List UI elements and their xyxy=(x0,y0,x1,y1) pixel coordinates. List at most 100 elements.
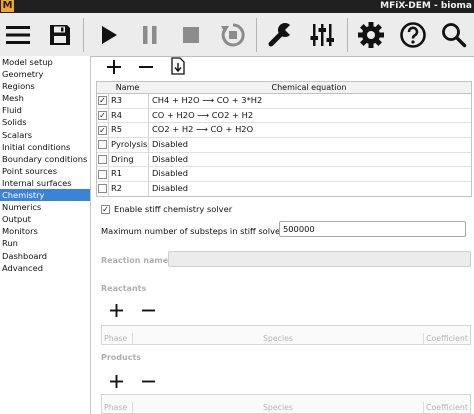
sidebar-item-output[interactable]: Output xyxy=(0,213,90,225)
sidebar-item-mesh[interactable]: Mesh xyxy=(0,92,90,104)
remove-reactant-button[interactable] xyxy=(138,301,158,319)
toolbar-separator xyxy=(83,18,84,52)
sidebar-item-advanced[interactable]: Advanced xyxy=(0,262,90,274)
search-icon[interactable] xyxy=(436,17,472,53)
wrench-icon[interactable] xyxy=(262,17,298,53)
chemistry-panel: Name Chemical equation R3CH4 + H2O ⟶ CO … xyxy=(92,56,474,414)
reactants-table: Phase Species Coefficient xyxy=(101,325,471,345)
reaction-name-cell: R3 xyxy=(108,94,149,108)
run-icon[interactable] xyxy=(91,17,127,53)
pause-icon[interactable] xyxy=(132,17,168,53)
reaction-checkbox-cell xyxy=(97,167,108,181)
table-row[interactable]: R1 Disabled xyxy=(97,167,471,183)
header-checkbox-col xyxy=(97,82,108,93)
reaction-name-cell: R5 xyxy=(108,123,149,138)
reaction-name-cell: R2 xyxy=(108,182,149,196)
table-row[interactable]: Dring Disabled xyxy=(97,152,471,168)
substeps-input[interactable]: 500000 xyxy=(279,221,466,237)
reaction-enabled-checkbox[interactable] xyxy=(98,140,107,150)
reaction-enabled-checkbox[interactable] xyxy=(98,169,107,179)
menu-icon[interactable] xyxy=(0,17,36,53)
reaction-equation-cell: CO2 + H2 ⟶ CO + H2O xyxy=(152,124,254,135)
import-reaction-icon[interactable] xyxy=(168,57,188,75)
header-name: Name xyxy=(115,83,140,92)
save-icon[interactable] xyxy=(42,17,78,53)
stop-icon[interactable] xyxy=(173,17,209,53)
reaction-equation-cell: CH4 + H2O ⟶ CO + 3*H2 xyxy=(152,95,263,105)
header-phase: Phase xyxy=(102,333,133,344)
reaction-checkbox-cell xyxy=(97,138,108,152)
reactants-label: Reactants xyxy=(101,284,147,293)
sliders-icon[interactable] xyxy=(304,17,340,53)
reaction-name-cell: R1 xyxy=(108,167,149,182)
table-row[interactable]: Pyrolysis Disabled xyxy=(97,138,471,153)
reaction-enabled-checkbox[interactable] xyxy=(98,155,107,165)
reaction-equation-cell: Disabled xyxy=(152,153,189,164)
reaction-equation-cell: Disabled xyxy=(152,139,189,150)
sidebar-item-model-setup[interactable]: Model setup xyxy=(0,56,90,68)
header-phase: Phase xyxy=(102,402,133,413)
reactants-table-header: Phase Species Coefficient xyxy=(102,333,470,344)
substeps-label: Maximum number of substeps in stiff solv… xyxy=(101,226,284,236)
remove-product-button[interactable] xyxy=(138,372,158,390)
toolbar xyxy=(0,13,474,57)
title-bar: M MFiX-DEM - bioma xyxy=(0,0,474,13)
table-row[interactable]: R3CH4 + H2O ⟶ CO + 3*H2 xyxy=(97,94,471,109)
reaction-name-cell: Dring xyxy=(108,152,149,167)
reaction-checkbox-cell xyxy=(97,109,108,123)
sidebar-item-fluid[interactable]: Fluid xyxy=(0,104,90,116)
table-row[interactable]: R5CO2 + H2 ⟶ CO + H2O xyxy=(97,123,471,139)
reaction-enabled-checkbox[interactable] xyxy=(98,111,107,121)
sidebar-item-geometry[interactable]: Geometry xyxy=(0,68,90,80)
sidebar-item-scalars[interactable]: Scalars xyxy=(0,129,90,141)
sidebar-item-point-sources[interactable]: Point sources xyxy=(0,165,90,177)
reaction-checkbox-cell xyxy=(97,182,108,196)
sidebar-item-run[interactable]: Run xyxy=(0,237,90,249)
reaction-enabled-checkbox[interactable] xyxy=(98,125,107,135)
reaction-enabled-checkbox[interactable] xyxy=(98,96,107,106)
sidebar-item-dashboard[interactable]: Dashboard xyxy=(0,250,90,262)
stiff-solver-row: Enable stiff chemistry solver xyxy=(101,204,232,214)
delete-reaction-button[interactable] xyxy=(136,58,156,76)
reaction-checkbox-cell xyxy=(97,153,108,167)
toolbar-separator xyxy=(347,18,348,52)
app-logo: M xyxy=(1,0,14,12)
sidebar-nav: Model setup Geometry Regions Mesh Fluid Solid… xyxy=(0,56,91,414)
sidebar-item-initial-conditions[interactable]: Initial conditions xyxy=(0,141,90,153)
reset-icon[interactable] xyxy=(215,17,251,53)
reaction-enabled-checkbox[interactable] xyxy=(98,184,107,194)
gear-icon[interactable] xyxy=(353,17,389,53)
reaction-equation-cell: Disabled xyxy=(152,183,189,194)
table-row[interactable]: R2 Disabled xyxy=(97,182,471,196)
stiff-solver-label: Enable stiff chemistry solver xyxy=(114,204,233,214)
header-coefficient: Coefficient xyxy=(426,334,468,343)
sidebar-item-numerics[interactable]: Numerics xyxy=(0,201,90,213)
reaction-name-input[interactable] xyxy=(168,251,471,267)
header-equation: Chemical equation xyxy=(271,83,347,92)
reaction-equation-cell: Disabled xyxy=(152,168,189,179)
table-row[interactable]: R4CO + H2O ⟶ CO2 + H2 xyxy=(97,108,471,124)
toolbar-separator xyxy=(256,18,257,52)
sidebar-item-solids[interactable]: Solids xyxy=(0,116,90,128)
add-reaction-button[interactable] xyxy=(104,58,124,76)
header-species: Species xyxy=(133,333,424,344)
reactions-table: Name Chemical equation R3CH4 + H2O ⟶ CO … xyxy=(96,81,472,197)
add-reactant-button[interactable] xyxy=(106,301,126,319)
sidebar-item-monitors[interactable]: Monitors xyxy=(0,225,90,237)
stiff-solver-checkbox[interactable] xyxy=(101,204,110,214)
header-coefficient: Coefficient xyxy=(426,403,468,412)
reaction-name-label: Reaction name xyxy=(101,256,169,265)
reaction-checkbox-cell xyxy=(97,94,108,108)
reaction-name-cell: Pyrolysis xyxy=(108,138,149,152)
sidebar-item-boundary-conditions[interactable]: Boundary conditions xyxy=(0,153,90,165)
products-label: Products xyxy=(101,353,142,362)
sidebar-item-internal-surfaces[interactable]: Internal surfaces xyxy=(0,177,90,189)
products-table-header: Phase Species Coefficient xyxy=(102,402,470,413)
help-icon[interactable] xyxy=(395,17,431,53)
sidebar-item-regions[interactable]: Regions xyxy=(0,80,90,92)
window-title: MFiX-DEM - bioma xyxy=(380,1,472,11)
add-product-button[interactable] xyxy=(106,372,126,390)
reaction-checkbox-cell xyxy=(97,123,108,137)
reaction-name-cell: R4 xyxy=(108,108,149,123)
sidebar-item-chemistry[interactable]: Chemistry xyxy=(0,189,90,202)
